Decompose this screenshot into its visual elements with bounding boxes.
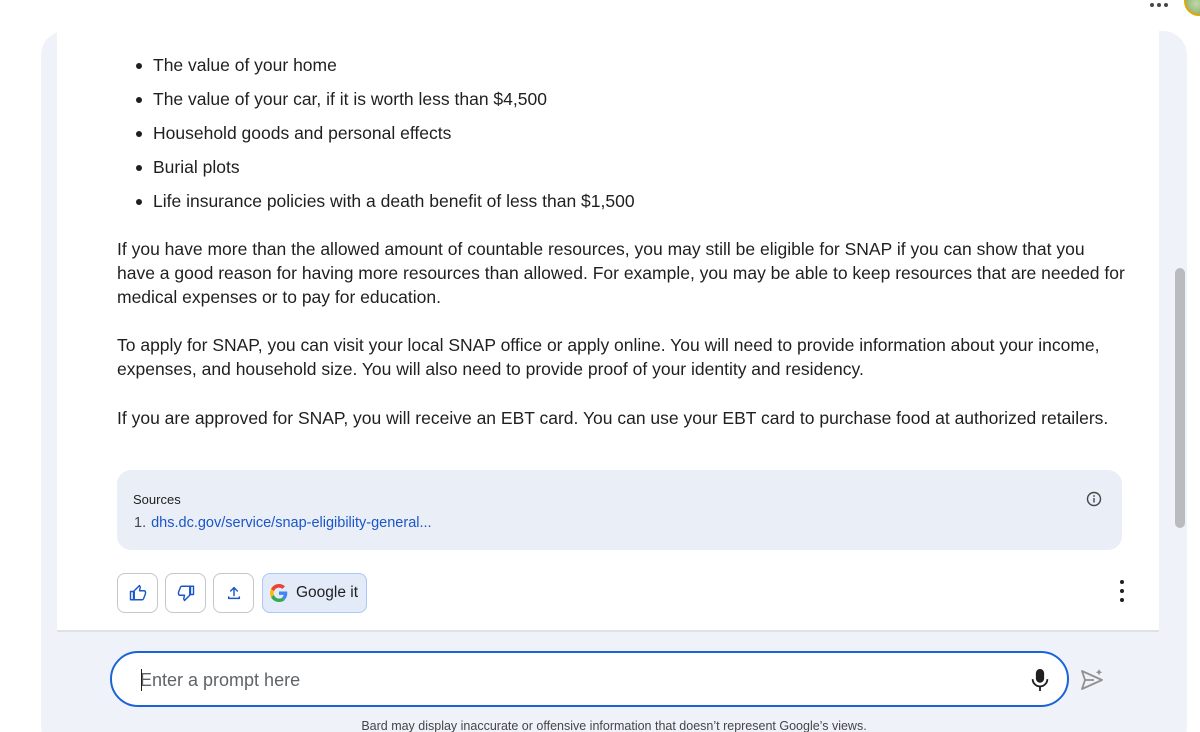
google-it-label: Google it [296, 584, 359, 601]
google-it-button[interactable]: Google it [262, 573, 367, 613]
source-link[interactable]: dhs.dc.gov/service/snap-eligibility-gene… [151, 515, 431, 531]
response-paragraph: If you have more than the allowed amount… [117, 239, 1125, 307]
mic-icon[interactable] [1029, 667, 1051, 693]
sources-title: Sources [133, 492, 181, 507]
thumbs-up-button[interactable] [117, 573, 158, 613]
thumbs-down-button[interactable] [165, 573, 206, 613]
list-item: Life insurance policies with a death ben… [133, 189, 635, 223]
more-options-icon[interactable] [1150, 0, 1170, 10]
response-paragraph: To apply for SNAP, you can visit your lo… [117, 335, 1100, 379]
avatar[interactable] [1184, 0, 1200, 16]
list-item: The value of your car, if it is worth le… [133, 87, 635, 121]
thumbs-up-icon [129, 584, 146, 601]
scrollbar-thumb[interactable] [1175, 268, 1185, 528]
top-bar [0, 0, 1200, 30]
list-item: Household goods and personal effects [133, 121, 635, 155]
disclaimer-text: Bard may display inaccurate or offensive… [361, 719, 867, 732]
share-button[interactable] [213, 573, 254, 613]
prompt-input[interactable] [140, 665, 1000, 695]
source-number: 1. [134, 515, 147, 531]
divider [57, 630, 1159, 632]
resource-exclusions-list: The value of your home The value of your… [133, 53, 635, 223]
sources-box: Sources 1. dhs.dc.gov/service/snap-eligib… [117, 470, 1122, 550]
google-logo-icon [270, 584, 288, 602]
list-item: Burial plots [133, 155, 635, 189]
text-cursor [141, 669, 142, 691]
share-icon [227, 586, 240, 600]
send-icon[interactable] [1079, 667, 1105, 693]
prompt-box [110, 651, 1069, 707]
thumbs-down-icon [177, 585, 194, 602]
more-vert-icon[interactable] [1114, 580, 1130, 602]
list-item: The value of your home [133, 53, 635, 87]
response-paragraph: If you are approved for SNAP, you will r… [117, 408, 1109, 428]
source-item: 1. dhs.dc.gov/service/snap-eligibility-ge… [134, 515, 432, 531]
info-icon[interactable] [1086, 491, 1102, 507]
